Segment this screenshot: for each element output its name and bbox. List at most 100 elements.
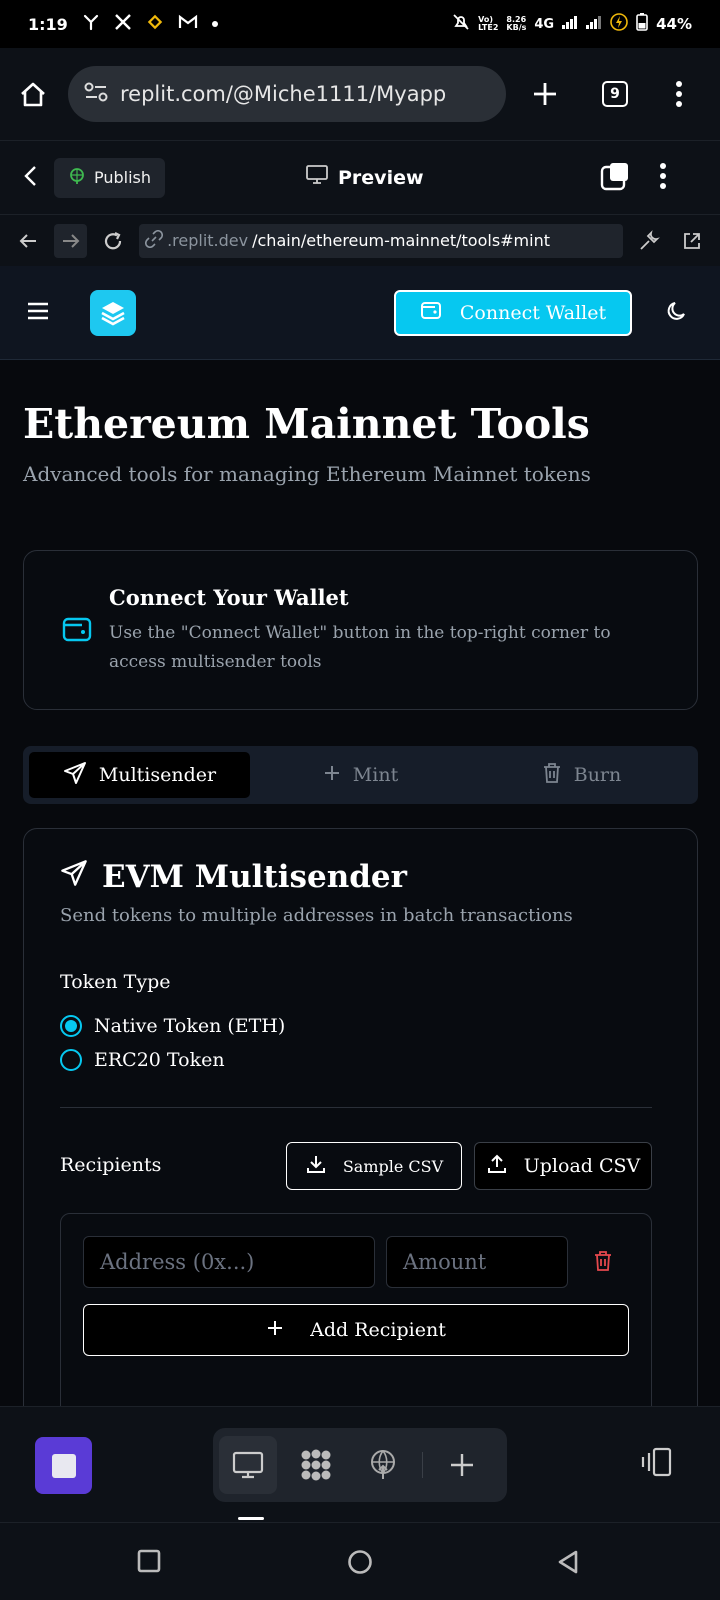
wallet-icon [420,300,442,325]
monitor-icon [306,165,328,190]
agent-icon[interactable] [287,1436,345,1494]
arrow-forward-icon[interactable] [54,223,87,258]
address-bar[interactable]: replit.com/@Miche1111/Myapp [68,66,506,122]
app-header: Connect Wallet [0,266,720,360]
connect-wallet-button[interactable]: Connect Wallet [394,289,632,336]
radio-button-selected[interactable] [60,1015,82,1037]
browser-toolbar: replit.com/@Miche1111/Myapp 9 [0,48,720,140]
notification-dot [211,21,218,27]
preview-label: Preview [338,166,424,189]
upload-csv-button[interactable]: Upload CSV [474,1142,652,1190]
open-external-icon[interactable] [676,224,708,258]
wrench-icon[interactable] [633,224,665,258]
page-title: Ethereum Mainnet Tools [23,400,590,448]
signal-icon [562,15,578,33]
add-pane-icon[interactable] [433,1436,491,1494]
stop-icon [51,1453,76,1478]
token-type-label: Token Type [60,971,171,993]
split-view-icon[interactable] [600,161,630,195]
replit-toolbar: Publish Preview [0,140,720,214]
app-logo[interactable] [90,289,136,336]
sample-csv-button[interactable]: Sample CSV [286,1142,462,1190]
battery-icon [636,13,648,35]
moon-icon[interactable] [666,300,688,326]
volte-indicator: Vo) LTE2 [478,15,499,32]
gmail-icon [178,14,198,34]
amount-input[interactable]: Amount [386,1236,568,1288]
radio-native-label: Native Token (ETH) [94,1015,286,1037]
app-preview: Connect Wallet Ethereum Mainnet Tools Ad… [0,266,720,1406]
preview-url-field[interactable]: .replit.dev/chain/ethereum-mainnet/tools… [139,223,624,258]
tab-mint-label: Mint [352,764,399,786]
separator [422,1452,424,1478]
send-icon [60,859,88,895]
replit-bottom-nav [0,1406,720,1522]
multisender-title: EVM Multisender [60,859,407,895]
page-subtitle: Advanced tools for managing Ethereum Mai… [23,462,591,486]
add-recipient-button[interactable]: Add Recipient [83,1304,629,1356]
browser-menu-icon[interactable] [676,81,682,107]
tab-mint[interactable]: Mint [250,752,471,798]
delete-recipient-icon[interactable] [593,1250,613,1276]
tab-multisender[interactable]: Multisender [29,752,250,798]
site-settings-icon[interactable] [84,81,108,108]
preview-url-bar: .replit.dev/chain/ethereum-mainnet/tools… [0,214,720,266]
clock: 1:19 [28,14,68,34]
tool-tabs: Multisender Mint Burn [23,746,698,804]
multisender-title-text: EVM Multisender [102,859,407,895]
network-type: 4G [534,16,555,32]
recipients-list: Address (0x...) Amount Add Recipient [60,1213,652,1406]
active-indicator [238,1517,264,1520]
back-triangle-icon[interactable] [556,1549,580,1579]
replit-menu-icon[interactable] [660,162,666,193]
tab-switcher-button[interactable]: 9 [602,81,628,107]
radio-native-token[interactable]: Native Token (ETH) [60,1015,285,1037]
recipients-label: Recipients [60,1154,162,1176]
connect-wallet-label: Connect Wallet [459,301,607,324]
back-chevron-icon[interactable] [22,164,40,192]
arrow-back-icon[interactable] [12,224,44,258]
mute-icon [452,13,470,35]
preview-title: Preview [306,165,424,190]
recents-icon[interactable] [137,1549,161,1577]
pane-switcher [213,1428,507,1502]
preview-pane-icon[interactable] [219,1436,277,1494]
wallet-card-desc: Use the "Connect Wallet" button in the t… [109,623,611,672]
tab-burn[interactable]: Burn [471,752,692,798]
binance-icon [146,13,164,35]
tab-multisender-label: Multisender [98,764,217,786]
network-speed: 8.26 KB/s [506,15,527,32]
sample-csv-label: Sample CSV [342,1156,444,1176]
wallet-icon [62,615,92,647]
plus-icon [266,1319,284,1342]
wallet-card-title: Connect Your Wallet [109,585,349,610]
deploy-icon[interactable] [355,1436,413,1494]
status-bar: 1:19 Vo) LTE2 8.26 KB/s 4G 44% [0,0,720,48]
new-tab-icon[interactable] [532,81,558,107]
android-nav-bar [0,1522,720,1600]
fan-icon [82,13,100,35]
publish-label: Publish [94,168,152,187]
x-icon [114,13,132,35]
home-circle-icon[interactable] [347,1549,373,1579]
url-host: .replit.dev [167,231,249,250]
radio-erc20-token[interactable]: ERC20 Token [60,1049,225,1071]
battery-percent: 44% [656,15,692,33]
panels-icon[interactable] [640,1447,674,1481]
tab-burn-label: Burn [573,764,622,786]
reload-icon[interactable] [97,224,129,258]
plus-icon [323,764,341,787]
url-path: /chain/ethereum-mainnet/tools#mint [252,231,550,250]
home-icon[interactable] [18,79,48,109]
send-icon [63,761,87,790]
radio-button[interactable] [60,1049,82,1071]
address-input[interactable]: Address (0x...) [83,1236,375,1288]
multisender-card: EVM Multisender Send tokens to multiple … [23,828,698,1406]
divider [60,1107,652,1108]
multisender-desc: Send tokens to multiple addresses in bat… [60,905,573,926]
globe-icon [68,167,86,189]
hamburger-menu-icon[interactable] [26,301,50,325]
publish-button[interactable]: Publish [54,157,166,198]
stop-button[interactable] [35,1437,92,1494]
radio-erc20-label: ERC20 Token [94,1049,225,1071]
